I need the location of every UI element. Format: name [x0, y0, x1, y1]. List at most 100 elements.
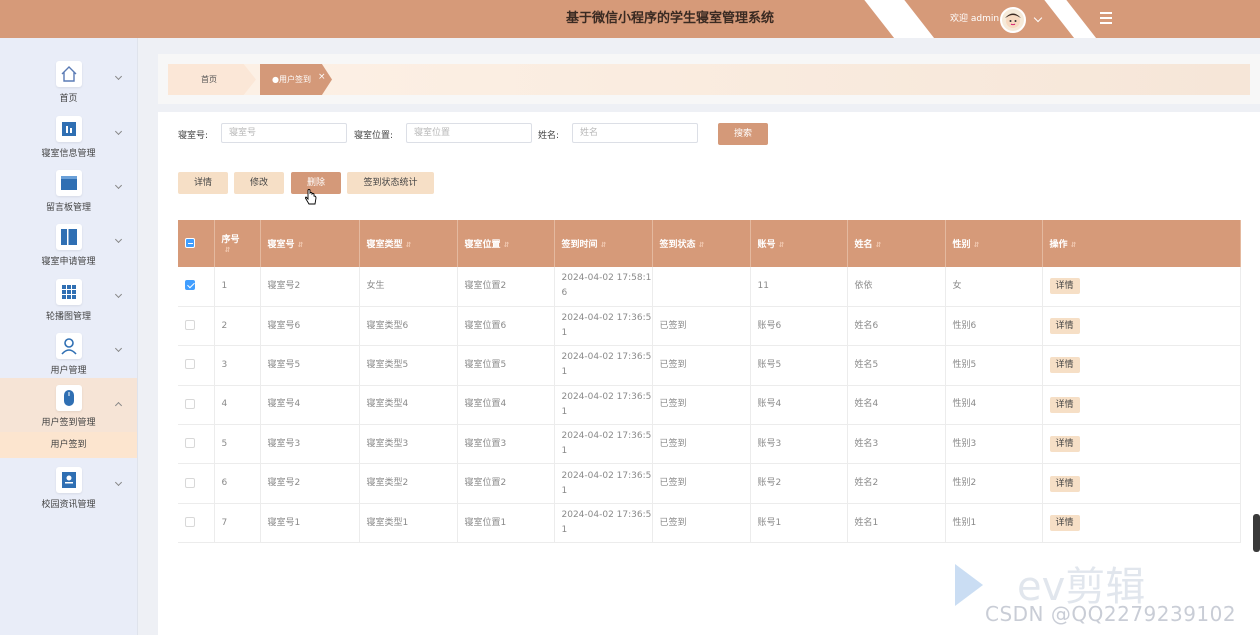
action-cell: 详情 — [1042, 385, 1241, 426]
location-input[interactable]: 寝室位置 — [406, 123, 532, 143]
time-line1: 2024-04-02 17:36:5 — [561, 313, 652, 324]
board-icon — [56, 170, 82, 196]
avatar[interactable] — [1000, 7, 1026, 33]
row-checkbox[interactable] — [185, 280, 195, 291]
sort-icon[interactable]: ⇵ — [298, 241, 304, 249]
time-line2: 1 — [561, 367, 568, 378]
cell-gender: 性别6 — [945, 306, 1043, 347]
cell-gender: 性别5 — [945, 345, 1043, 386]
sort-icon[interactable]: ⇵ — [699, 241, 705, 249]
checkin-table: 序号 ⇵ 寝室号 ⇵ 寝室类型 ⇵ 寝室位置 ⇵ 签到时间 ⇵ 签到状态 ⇵ 账号 ⇵ 姓名 ⇵… — [178, 220, 1241, 544]
time-line1: 2024-04-02 17:36:5 — [561, 352, 652, 363]
sort-icon[interactable]: ⇵ — [876, 241, 882, 249]
scrollbar-handle[interactable] — [1253, 514, 1260, 552]
sort-icon[interactable]: ⇵ — [225, 246, 231, 254]
row-detail-button[interactable]: 详情 — [1049, 357, 1080, 374]
chart-icon — [56, 116, 82, 142]
row-detail-button[interactable]: 详情 — [1049, 436, 1080, 453]
action-cell: 详情 — [1042, 306, 1241, 347]
sidebar-item-label: 校园资讯管理 — [41, 500, 96, 510]
cell-gender: 性别1 — [945, 503, 1043, 544]
table-row[interactable]: 4 寝室号4 寝室类型4 寝室位置4 2024-04-02 17:36:5 1 已签到 账号4… — [178, 385, 1241, 426]
col-header[interactable]: 签到时间 ⇵ — [554, 220, 653, 267]
cell-room: 寝室号4 — [260, 385, 360, 426]
cell-location: 寝室位置3 — [457, 424, 555, 465]
time-line2: 1 — [561, 525, 568, 536]
cell-status: 已签到 — [652, 345, 751, 386]
row-detail-button[interactable]: 详情 — [1049, 475, 1080, 492]
breadcrumb-home[interactable]: 首页 — [168, 64, 256, 95]
sort-icon[interactable]: ⇵ — [779, 241, 785, 249]
table-row[interactable]: 3 寝室号5 寝室类型5 寝室位置5 2024-04-02 17:36:5 1 已签到 账号5… — [178, 345, 1241, 386]
sidebar-item-checkin[interactable]: 用户签到管理 — [0, 378, 137, 432]
col-header[interactable]: 账号 ⇵ — [750, 220, 848, 267]
col-header[interactable]: 寝室号 ⇵ — [260, 220, 360, 267]
sidebar-item-campus-news[interactable]: 校园资讯管理 — [0, 460, 137, 514]
sidebar-item-carousel[interactable]: 轮播图管理 — [0, 272, 137, 326]
time-cell: 2024-04-02 17:36:5 1 — [554, 463, 653, 504]
sidebar-item-room-info[interactable]: 寝室信息管理 — [0, 109, 137, 163]
search-button[interactable]: 搜索 — [718, 123, 768, 145]
time-cell: 2024-04-02 17:36:5 1 — [554, 345, 653, 386]
sidebar-item-message-board[interactable]: 留言板管理 — [0, 163, 137, 217]
time-line1: 2024-04-02 17:58:1 — [561, 273, 652, 284]
name-input[interactable]: 姓名 — [572, 123, 698, 143]
action-cell: 详情 — [1042, 267, 1241, 307]
time-line2: 1 — [561, 328, 568, 339]
news-icon — [56, 467, 82, 493]
sidebar-item-users[interactable]: 用户管理 — [0, 326, 137, 380]
table-row[interactable]: 6 寝室号2 寝室类型2 寝室位置2 2024-04-02 17:36:5 1 已签到 账号2… — [178, 463, 1241, 504]
col-header[interactable]: 寝室类型 ⇵ — [359, 220, 458, 267]
sort-icon[interactable]: ⇵ — [406, 241, 412, 249]
table-row[interactable]: 7 寝室号1 寝室类型1 寝室位置1 2024-04-02 17:36:5 1 已签到 账号1… — [178, 503, 1241, 544]
col-header[interactable]: 序号 ⇵ — [214, 220, 261, 267]
col-header[interactable]: 寝室位置 ⇵ — [457, 220, 555, 267]
stats-button[interactable]: 签到状态统计 — [347, 172, 434, 194]
table-row[interactable]: 2 寝室号6 寝室类型6 寝室位置6 2024-04-02 17:36:5 1 已签到 账号6… — [178, 306, 1241, 347]
row-checkbox[interactable] — [185, 359, 195, 370]
action-cell: 详情 — [1042, 345, 1241, 386]
row-detail-button[interactable]: 详情 — [1049, 318, 1080, 335]
home-icon — [56, 61, 82, 87]
sort-icon[interactable]: ⇵ — [504, 241, 510, 249]
sort-icon[interactable]: ⇵ — [601, 241, 607, 249]
sidebar-subitem-checkin[interactable]: 用户签到 — [0, 432, 137, 458]
row-checkbox[interactable] — [185, 320, 195, 331]
row-checkbox[interactable] — [185, 398, 195, 409]
cell-room: 寝室号3 — [260, 424, 360, 465]
room-input[interactable]: 寝室号 — [221, 123, 347, 143]
row-detail-button[interactable]: 详情 — [1049, 278, 1080, 295]
row-checkbox[interactable] — [185, 517, 195, 528]
menu-toggle-icon[interactable] — [1100, 12, 1112, 24]
mouse-cursor-icon — [305, 189, 317, 205]
tab-checkin[interactable]: ●用户签到 × — [260, 64, 332, 95]
cell-status — [652, 267, 751, 307]
sidebar-item-home[interactable]: 首页 — [0, 54, 137, 108]
time-cell: 2024-04-02 17:36:5 1 — [554, 503, 653, 544]
table-row[interactable]: 1 寝室号2 女生 寝室位置2 2024-04-02 17:58:1 6 11 依依女详情 — [178, 267, 1241, 307]
cell-status: 已签到 — [652, 503, 751, 544]
sort-icon[interactable]: ⇵ — [974, 241, 980, 249]
sort-icon[interactable]: ⇵ — [1071, 241, 1077, 249]
select-all-cell[interactable] — [178, 220, 215, 267]
cell-gender: 性别4 — [945, 385, 1043, 426]
time-cell: 2024-04-02 17:36:5 1 — [554, 385, 653, 426]
row-detail-button[interactable]: 详情 — [1049, 515, 1080, 532]
col-header[interactable]: 签到状态 ⇵ — [652, 220, 751, 267]
col-header[interactable]: 姓名 ⇵ — [847, 220, 946, 267]
chevron-up-icon — [114, 401, 123, 410]
cell-idx: 3 — [214, 345, 261, 386]
table-header-row: 序号 ⇵ 寝室号 ⇵ 寝室类型 ⇵ 寝室位置 ⇵ 签到时间 ⇵ 签到状态 ⇵ 账号 ⇵ 姓名 ⇵… — [178, 220, 1241, 267]
sidebar-item-room-apply[interactable]: 寝室申请管理 — [0, 217, 137, 271]
col-header[interactable]: 性别 ⇵ — [945, 220, 1043, 267]
row-checkbox[interactable] — [185, 438, 195, 449]
time-cell: 2024-04-02 17:58:1 6 — [554, 267, 653, 307]
edit-button[interactable]: 修改 — [234, 172, 284, 194]
table-row[interactable]: 5 寝室号3 寝室类型3 寝室位置3 2024-04-02 17:36:5 1 已签到 账号3… — [178, 424, 1241, 465]
detail-button[interactable]: 详情 — [178, 172, 228, 194]
col-header[interactable]: 操作 ⇵ — [1042, 220, 1241, 267]
row-checkbox[interactable] — [185, 477, 195, 488]
row-detail-button[interactable]: 详情 — [1049, 396, 1080, 413]
cell-account: 账号4 — [750, 385, 848, 426]
select-all-checkbox[interactable] — [185, 238, 195, 249]
